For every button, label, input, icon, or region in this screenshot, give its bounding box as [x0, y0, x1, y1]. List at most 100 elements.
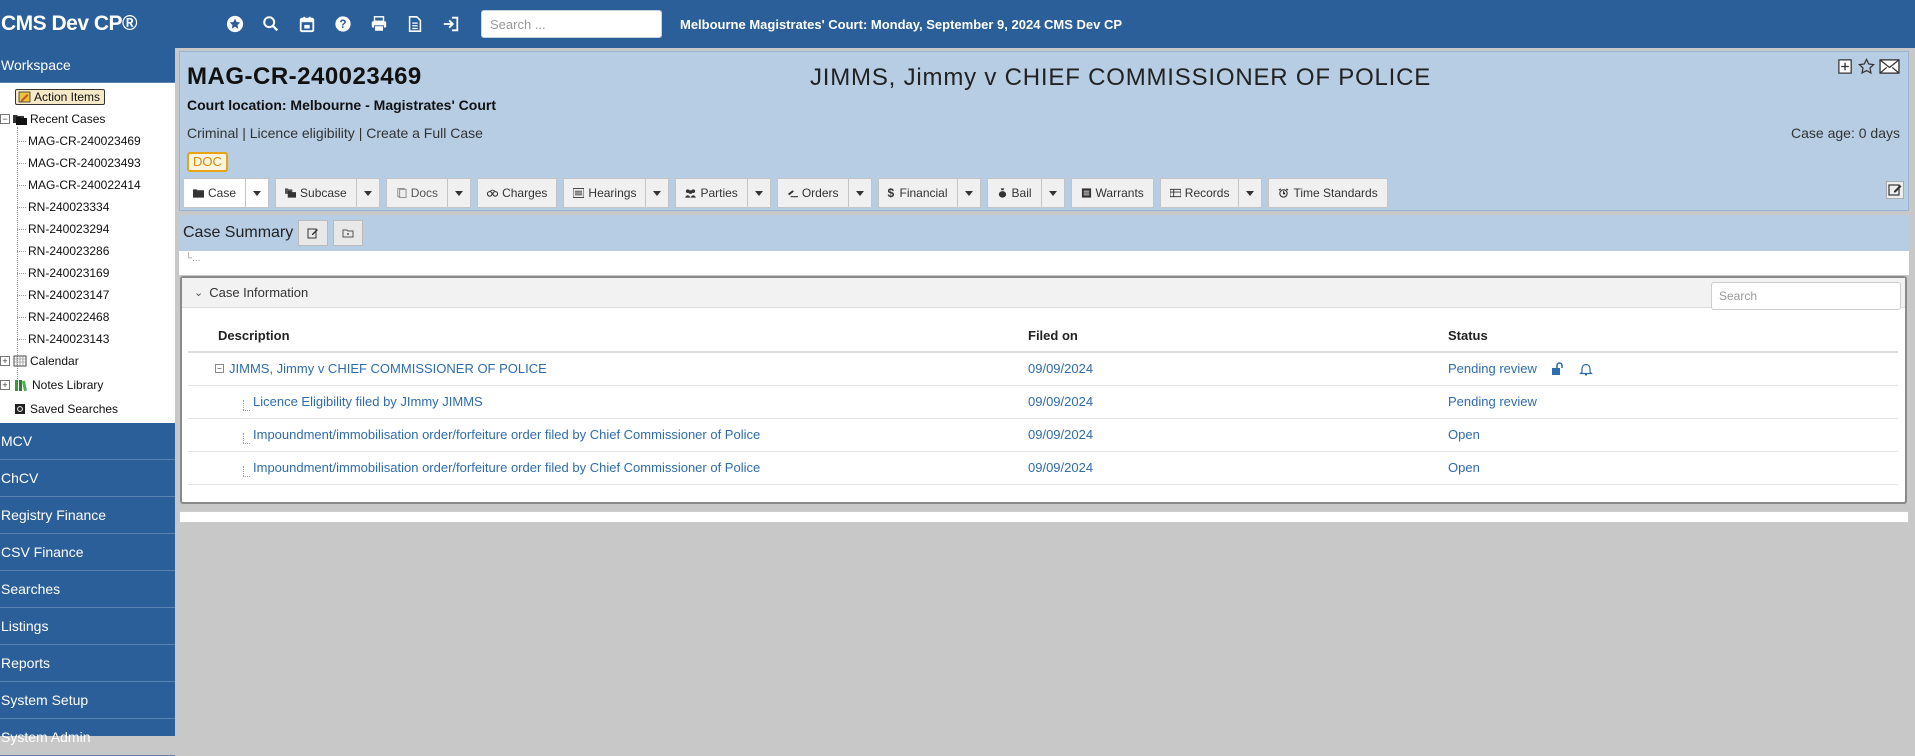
recent-case-label[interactable]: RN-240023169 [28, 266, 109, 280]
star-icon[interactable] [217, 10, 253, 38]
recent-case-item[interactable]: RN-240023147 [0, 284, 175, 306]
subcase-button[interactable]: Subcase [275, 178, 357, 208]
edit-icon[interactable] [1886, 181, 1904, 199]
sidebar: Workspace Action Items − Recent Cases MA… [0, 48, 175, 756]
tree-item-notes-library[interactable]: + Notes Library [0, 372, 175, 398]
hearings-dropdown[interactable] [646, 178, 670, 208]
recent-case-label[interactable]: RN-240023334 [28, 200, 109, 214]
bail-button[interactable]: Bail [986, 178, 1042, 208]
caret-down-icon [855, 190, 864, 196]
docs-button-group: Docs [385, 178, 472, 208]
parties-dropdown[interactable] [747, 178, 771, 208]
recent-case-label[interactable]: RN-240023143 [28, 332, 109, 346]
orders-button[interactable]: Orders [776, 178, 849, 208]
row-description-link[interactable]: JIMMS, Jimmy v CHIEF COMMISSIONER OF POL… [229, 361, 547, 376]
nav-item-mcv[interactable]: MCV [0, 423, 175, 460]
main-content: MAG-CR-240023469 Court location: Melbour… [175, 48, 1915, 736]
help-icon[interactable]: ? [325, 10, 361, 38]
table-row[interactable]: Impoundment/immobilisation order/forfeit… [188, 418, 1898, 452]
unlock-icon[interactable] [1551, 361, 1565, 376]
expand-icon[interactable]: + [0, 380, 10, 390]
search-icon[interactable] [253, 10, 289, 38]
handcuffs-icon [487, 189, 499, 197]
table-row[interactable]: Licence Eligibility filed by JImmy JIMMS… [188, 385, 1898, 419]
docs-dropdown[interactable] [448, 178, 472, 208]
docs-button[interactable]: Docs [385, 178, 449, 208]
tree-item-recent-cases[interactable]: − Recent Cases [0, 108, 175, 130]
bail-dropdown[interactable] [1041, 178, 1065, 208]
workspace-header[interactable]: Workspace [0, 48, 175, 83]
expand-icon[interactable]: + [0, 356, 10, 366]
recent-case-item[interactable]: RN-240023286 [0, 240, 175, 262]
document-icon[interactable] [397, 10, 433, 38]
row-filed-on: 09/09/2024 [1028, 352, 1448, 386]
nav-item-listings[interactable]: Listings [0, 608, 175, 645]
parties-button[interactable]: Parties [675, 178, 748, 208]
recent-case-item[interactable]: RN-240023169 [0, 262, 175, 284]
dollar-icon: $ [887, 186, 895, 200]
recent-case-item[interactable]: RN-240022468 [0, 306, 175, 328]
tree-item-action-items[interactable]: Action Items [0, 86, 175, 108]
row-description-link[interactable]: Impoundment/immobilisation order/forfeit… [253, 460, 760, 475]
financial-button[interactable]: $ Financial [877, 178, 958, 208]
row-status: Open [1448, 418, 1898, 452]
global-search-input[interactable] [481, 10, 662, 38]
recent-case-label[interactable]: RN-240023286 [28, 244, 109, 258]
case-button[interactable]: Case [183, 178, 247, 208]
recent-case-label[interactable]: MAG-CR-240023469 [28, 134, 141, 148]
edit-summary-button[interactable] [298, 220, 329, 246]
recent-case-label[interactable]: RN-240023147 [28, 288, 109, 302]
recent-case-item[interactable]: MAG-CR-240023469 [0, 130, 175, 152]
recent-case-item[interactable]: RN-240023294 [0, 218, 175, 240]
table-row[interactable]: Impoundment/immobilisation order/forfeit… [188, 451, 1898, 485]
nav-item-registry-finance[interactable]: Registry Finance [0, 497, 175, 534]
recent-case-label[interactable]: MAG-CR-240023493 [28, 156, 141, 170]
row-description-link[interactable]: Licence Eligibility filed by JImmy JIMMS [253, 394, 483, 409]
nav-item-chcv[interactable]: ChCV [0, 460, 175, 497]
logout-icon[interactable] [433, 10, 469, 38]
records-dropdown[interactable] [1239, 178, 1263, 208]
folder-icon [193, 189, 204, 198]
nav-item-reports[interactable]: Reports [0, 645, 175, 682]
row-description-link[interactable]: Impoundment/immobilisation order/forfeit… [253, 427, 760, 442]
recent-case-label[interactable]: MAG-CR-240022414 [28, 178, 141, 192]
email-icon[interactable] [1879, 58, 1900, 75]
add-note-icon[interactable] [1837, 58, 1854, 75]
case-information-search-input[interactable] [1711, 282, 1901, 310]
records-button[interactable]: Records [1159, 178, 1240, 208]
recent-case-item[interactable]: MAG-CR-240022414 [0, 174, 175, 196]
recent-case-item[interactable]: RN-240023143 [0, 328, 175, 350]
doc-badge[interactable]: DOC [187, 152, 228, 172]
financial-dropdown[interactable] [957, 178, 981, 208]
collapse-icon[interactable]: − [215, 364, 224, 374]
favourite-star-icon[interactable] [1858, 58, 1875, 75]
time-standards-button[interactable]: Time Standards [1268, 178, 1388, 208]
orders-dropdown[interactable] [848, 178, 872, 208]
collapse-icon[interactable]: − [0, 114, 10, 124]
table-row[interactable]: − JIMMS, Jimmy v CHIEF COMMISSIONER OF PO… [188, 352, 1898, 386]
nav-item-csv-finance[interactable]: CSV Finance [0, 534, 175, 571]
recent-case-item[interactable]: RN-240023334 [0, 196, 175, 218]
calendar-icon[interactable] [289, 10, 325, 38]
recent-case-label[interactable]: RN-240022468 [28, 310, 109, 324]
nav-item-system-admin[interactable]: System Admin [0, 719, 175, 756]
top-toolbar: ? [217, 10, 469, 38]
breadcrumb-stub: └... [185, 253, 201, 264]
summary-options-button[interactable] [333, 220, 364, 246]
nav-item-system-setup[interactable]: System Setup [0, 682, 175, 719]
print-icon[interactable] [361, 10, 397, 38]
recent-case-label[interactable]: RN-240023294 [28, 222, 109, 236]
nav-item-searches[interactable]: Searches [0, 571, 175, 608]
hearings-button[interactable]: Hearings [563, 178, 647, 208]
recent-case-item[interactable]: MAG-CR-240023493 [0, 152, 175, 174]
tree-item-calendar[interactable]: + Calendar [0, 350, 175, 372]
chevron-down-icon[interactable]: ⌄ [194, 286, 203, 299]
case-dropdown[interactable] [246, 178, 270, 208]
case-information-panel: ⌄ Case Information Description Filed on … [180, 276, 1907, 504]
charges-button[interactable]: Charges [477, 178, 558, 208]
bell-icon[interactable] [1578, 362, 1593, 376]
case-information-header[interactable]: ⌄ Case Information [182, 278, 1905, 308]
tree-item-saved-searches[interactable]: Saved Searches [0, 398, 175, 420]
warrants-button[interactable]: Warrants [1070, 178, 1154, 208]
subcase-dropdown[interactable] [356, 178, 380, 208]
